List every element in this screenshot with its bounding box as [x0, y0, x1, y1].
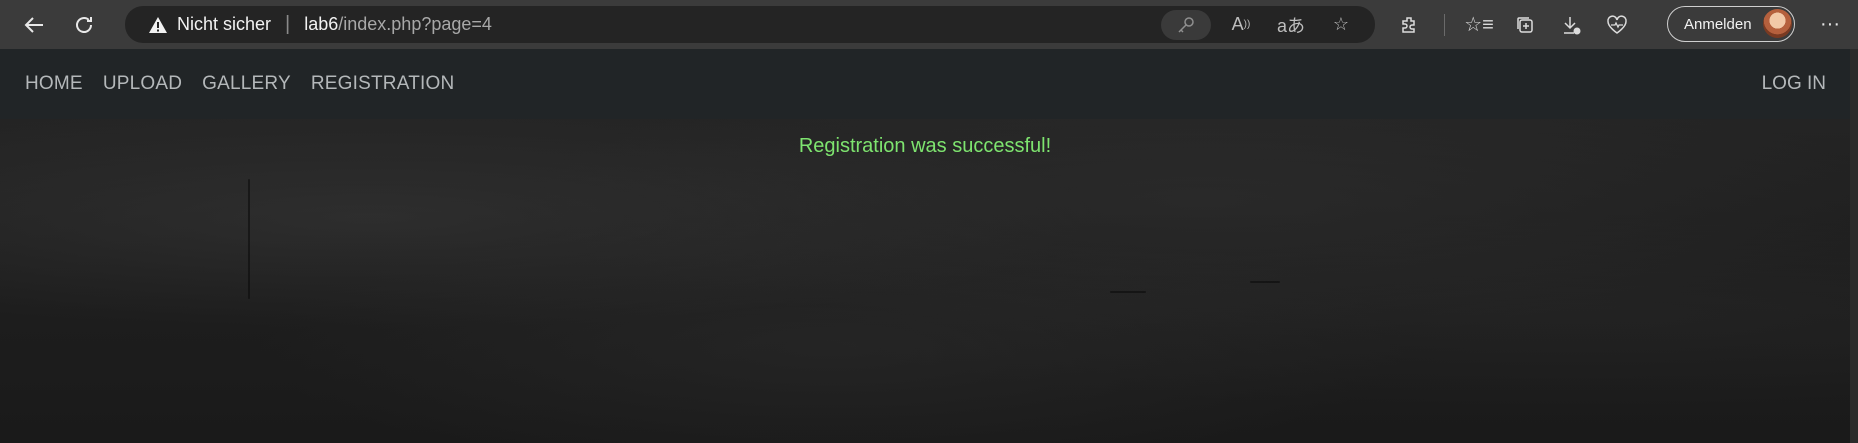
url-divider: | — [285, 13, 291, 35]
key-icon[interactable] — [1161, 9, 1211, 40]
reload-icon[interactable] — [64, 5, 104, 45]
collections-icon[interactable] — [1505, 5, 1545, 45]
texture-streak — [1110, 291, 1146, 293]
texture-streak — [1250, 281, 1280, 283]
success-message: Registration was successful! — [798, 135, 1052, 157]
favorite-star-icon[interactable]: ☆ — [1321, 10, 1361, 40]
address-bar[interactable]: Nicht sicher | lab6/index.php?page=4 A))… — [125, 6, 1375, 43]
site-navbar: HOME UPLOAD GALLERY REGISTRATION LOG IN — [0, 49, 1850, 119]
avatar — [1763, 9, 1792, 38]
back-icon[interactable] — [14, 5, 54, 45]
background-hero: Registration was successful! — [0, 119, 1850, 443]
nav-upload-link[interactable]: UPLOAD — [103, 73, 182, 95]
page-scrollbar[interactable] — [1850, 49, 1858, 443]
downloads-icon[interactable] — [1551, 5, 1591, 45]
nav-registration-link[interactable]: REGISTRATION — [311, 73, 455, 95]
signin-button[interactable]: Anmelden — [1667, 6, 1795, 42]
favorites-icon[interactable]: ☆≡ — [1459, 5, 1499, 45]
nav-gallery-link[interactable]: GALLERY — [202, 73, 291, 95]
security-label[interactable]: Nicht sicher — [177, 14, 271, 35]
texture-streak — [248, 179, 250, 299]
signin-label: Anmelden — [1684, 15, 1752, 33]
browser-toolbar: Nicht sicher | lab6/index.php?page=4 A))… — [0, 0, 1858, 49]
read-aloud-icon[interactable]: A)) — [1221, 10, 1261, 40]
login-link[interactable]: LOG IN — [1762, 73, 1826, 95]
extensions-icon[interactable] — [1390, 5, 1430, 45]
toolbar-divider — [1444, 13, 1445, 36]
translate-icon[interactable]: aあ — [1271, 10, 1311, 40]
url-host: lab6 — [304, 14, 339, 34]
warning-icon — [147, 14, 169, 36]
health-icon[interactable] — [1597, 5, 1637, 45]
more-icon[interactable]: ··· — [1810, 4, 1850, 44]
nav-home-link[interactable]: HOME — [25, 73, 83, 95]
web-page: HOME UPLOAD GALLERY REGISTRATION LOG IN … — [0, 49, 1858, 443]
url-path: /index.php?page=4 — [338, 14, 492, 34]
